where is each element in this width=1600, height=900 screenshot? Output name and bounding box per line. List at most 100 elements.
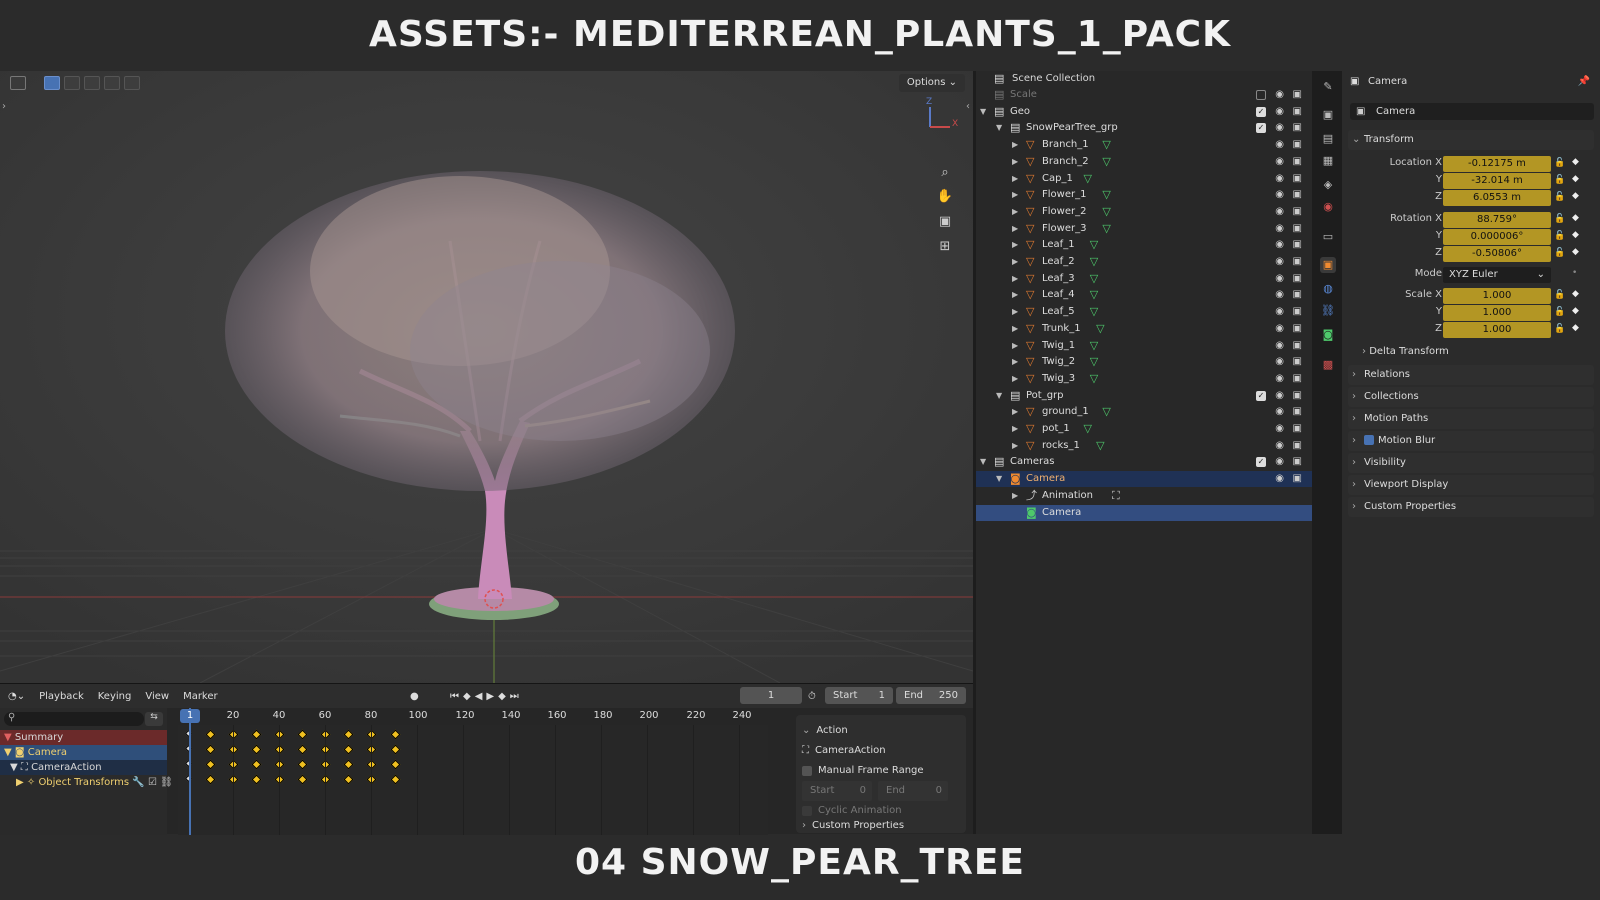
render-camera-icon[interactable]: ▣ xyxy=(1293,338,1302,354)
expand-right-icon[interactable]: ▶ xyxy=(1012,421,1018,437)
keyframe-diamond[interactable] xyxy=(297,774,308,785)
visibility-eye-icon[interactable]: ◉ xyxy=(1275,304,1284,320)
outliner-item[interactable]: ▶ ▽ Twig_2 ▽ ◉ ▣ xyxy=(976,354,1312,370)
visibility-eye-icon[interactable]: ◉ xyxy=(1275,404,1284,420)
visibility-eye-icon[interactable]: ◉ xyxy=(1275,438,1284,454)
visibility-eye-icon[interactable]: ◉ xyxy=(1275,187,1284,203)
keyframe-icon[interactable]: ◆ xyxy=(1572,191,1579,201)
action-icon[interactable]: ⛶ xyxy=(1112,488,1120,504)
keyframe-diamond[interactable] xyxy=(205,774,216,785)
expand-right-icon[interactable]: ▶ xyxy=(1012,488,1018,504)
outliner-item[interactable]: ▶ ▽ pot_1 ▽ ◉ ▣ xyxy=(976,421,1312,437)
outliner-item[interactable]: ▶ ▽ ground_1 ▽ ◉ ▣ xyxy=(976,404,1312,420)
delta-transform-subpanel[interactable]: › Delta Transform xyxy=(1362,343,1449,361)
visibility-eye-icon[interactable]: ◉ xyxy=(1275,171,1284,187)
visibility-eye-icon[interactable]: ◉ xyxy=(1275,388,1284,404)
object-mode-icon[interactable] xyxy=(10,76,26,90)
keyframe-dot-icon[interactable]: • xyxy=(1572,268,1577,278)
visibility-eye-icon[interactable]: ◉ xyxy=(1275,471,1284,487)
physics-icon[interactable]: ◍ xyxy=(1320,281,1336,297)
modifier-icon[interactable]: ▽ xyxy=(1090,354,1098,370)
visibility-eye-icon[interactable]: ◉ xyxy=(1275,237,1284,253)
outliner-item[interactable]: ▶ ▽ Leaf_5 ▽ ◉ ▣ xyxy=(976,304,1312,320)
expand-right-icon[interactable]: ▶ xyxy=(1012,438,1018,454)
keyframe-icon[interactable]: ◆ xyxy=(1572,247,1579,257)
expand-right-icon[interactable]: ▶ xyxy=(1012,371,1018,387)
texture-icon[interactable]: ▩ xyxy=(1320,357,1336,373)
render-camera-icon[interactable]: ▣ xyxy=(1293,404,1302,420)
end-frame-field[interactable]: End 250 xyxy=(896,687,966,704)
tool-icon[interactable]: ✎ xyxy=(1320,79,1336,95)
render-camera-icon[interactable]: ▣ xyxy=(1293,471,1302,487)
menu-marker[interactable]: Marker xyxy=(183,691,218,702)
keyframe-icon[interactable]: ◆ xyxy=(1572,230,1579,240)
expand-right-icon[interactable]: ▶ xyxy=(1012,304,1018,320)
modifier-icon[interactable]: ▽ xyxy=(1090,338,1098,354)
expand-right-icon[interactable]: ▶ xyxy=(1012,354,1018,370)
channel-summary[interactable]: ▼ Summary xyxy=(0,730,167,745)
outliner-item[interactable]: ▶ ▽ Leaf_4 ▽ ◉ ▣ xyxy=(976,287,1312,303)
keyframe-diamond[interactable] xyxy=(297,729,308,740)
lock-icon[interactable]: 🔓 xyxy=(1554,324,1565,334)
grid-icon[interactable]: ⊞ xyxy=(935,237,955,257)
expand-right-icon[interactable]: ▶ xyxy=(1012,404,1018,420)
rotation-y-field[interactable]: 0.000006° xyxy=(1443,229,1551,245)
outliner-item[interactable]: ▶ ▽ Leaf_1 ▽ ◉ ▣ xyxy=(976,237,1312,253)
outliner-item[interactable]: ▤ Scale ◉ ▣ xyxy=(976,87,1312,103)
modifier-icon[interactable]: ▽ xyxy=(1090,271,1098,287)
modifier-icon[interactable]: ▽ xyxy=(1102,221,1110,237)
custom-properties-header[interactable]: › Custom Properties xyxy=(802,821,960,831)
lock-icon[interactable]: 🔓 xyxy=(1554,231,1565,241)
keyframe-icon[interactable]: ◆ xyxy=(1572,157,1579,167)
expand-down-icon[interactable]: ▼ xyxy=(996,120,1002,136)
modifier-icon[interactable]: ▽ xyxy=(1090,371,1098,387)
editor-type-icon[interactable]: ◔⌄ xyxy=(8,691,25,702)
keyframe-diamond[interactable] xyxy=(251,759,262,770)
select-intersect-icon[interactable] xyxy=(124,76,140,90)
view-layer-icon[interactable]: ▦ xyxy=(1320,153,1336,169)
scale-x-field[interactable]: 1.000 xyxy=(1443,288,1551,304)
outliner-item[interactable]: ▼ ▤ Cameras ✓ ◉ ▣ xyxy=(976,454,1312,470)
select-extend-icon[interactable] xyxy=(64,76,80,90)
expand-down-icon[interactable]: ▼ xyxy=(996,388,1002,404)
render-camera-icon[interactable]: ▣ xyxy=(1293,321,1302,337)
outliner-item[interactable]: ▼ ▤ SnowPearTree_grp ✓ ◉ ▣ xyxy=(976,120,1312,136)
outliner-item[interactable]: ▶ ▽ Leaf_3 ▽ ◉ ▣ xyxy=(976,271,1312,287)
action-name-field[interactable]: ⛶ CameraAction xyxy=(802,741,960,761)
expand-right-icon[interactable]: ▶ xyxy=(1012,287,1018,303)
outliner-item[interactable]: ▶ ▽ Branch_2 ▽ ◉ ▣ xyxy=(976,154,1312,170)
playback-controls[interactable]: ⏮◆◀▶◆⏭ xyxy=(450,691,523,702)
modifier-icon[interactable]: ▽ xyxy=(1084,171,1092,187)
render-camera-icon[interactable]: ▣ xyxy=(1293,221,1302,237)
lock-icon[interactable]: 🔓 xyxy=(1554,175,1565,185)
keyframe-diamond[interactable] xyxy=(390,729,401,740)
expand-right-icon[interactable]: ▶ xyxy=(1012,237,1018,253)
keyframe-diamond[interactable] xyxy=(251,774,262,785)
3d-viewport[interactable]: Z X Options ⌄ ⌕ ✋ ▣ ⊞ › ‹ xyxy=(0,71,973,683)
keyframe-diamond[interactable] xyxy=(343,744,354,755)
select-invert-icon[interactable] xyxy=(104,76,120,90)
expand-right-icon[interactable]: ▶ xyxy=(1012,171,1018,187)
render-icon[interactable]: ▣ xyxy=(1320,107,1336,123)
keyframe-diamond[interactable] xyxy=(343,729,354,740)
modifier-icon[interactable]: ▽ xyxy=(1102,137,1110,153)
expand-right-icon[interactable]: ▶ xyxy=(1012,204,1018,220)
collection-icon[interactable]: ▭ xyxy=(1320,229,1336,245)
outliner-item[interactable]: ▶ ▽ Twig_3 ▽ ◉ ▣ xyxy=(976,371,1312,387)
properties-editor[interactable]: ▣ Camera 📌 ▣ Camera ⌄ Transform Location X… xyxy=(1342,71,1600,834)
outliner-item[interactable]: ◙ Camera xyxy=(976,504,1312,521)
render-camera-icon[interactable]: ▣ xyxy=(1293,120,1302,136)
start-frame-field[interactable]: Start 1 xyxy=(825,687,893,704)
modifier-icon[interactable]: ▽ xyxy=(1090,254,1098,270)
keyframe-icon[interactable]: ◆ xyxy=(1572,174,1579,184)
render-camera-icon[interactable]: ▣ xyxy=(1293,204,1302,220)
menu-playback[interactable]: Playback xyxy=(39,691,84,702)
render-camera-icon[interactable]: ▣ xyxy=(1293,137,1302,153)
keyframe-diamond[interactable] xyxy=(205,729,216,740)
channel-camera[interactable]: ▼ ◙ Camera xyxy=(0,745,167,760)
swap-icon[interactable]: ⇆ xyxy=(145,712,163,726)
keyframe-diamond[interactable] xyxy=(205,759,216,770)
modifier-icon[interactable]: ▽ xyxy=(1084,421,1092,437)
visibility-eye-icon[interactable]: ◉ xyxy=(1275,204,1284,220)
outliner-item[interactable]: ▶ ▽ rocks_1 ▽ ◉ ▣ xyxy=(976,438,1312,454)
